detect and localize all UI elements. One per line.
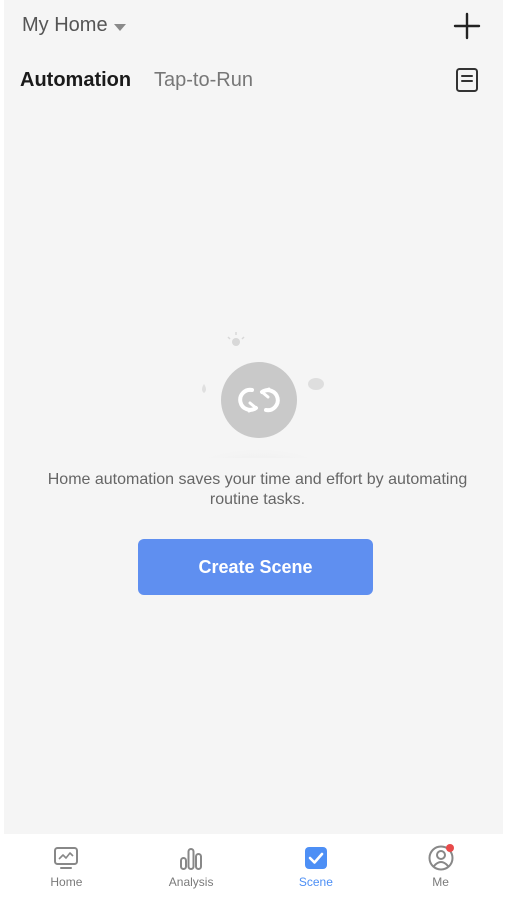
nav-item-analysis[interactable]: Analysis	[129, 834, 254, 900]
tab-automation[interactable]: Automation	[20, 69, 131, 92]
home-monitor-icon	[54, 847, 79, 869]
automation-loop-icon	[179, 332, 339, 458]
tab-tap-to-run[interactable]: Tap-to-Run	[154, 69, 253, 92]
nav-item-me[interactable]: Me	[378, 834, 503, 900]
document-icon[interactable]	[453, 66, 481, 94]
nav-label-scene: Scene	[298, 875, 333, 889]
create-scene-button[interactable]: Create Scene	[138, 539, 373, 595]
nav-item-home[interactable]: Home	[4, 834, 129, 900]
plus-icon[interactable]	[451, 10, 483, 42]
empty-state-message: Home automation saves your time and effo…	[47, 471, 468, 508]
checkbox-icon	[304, 847, 327, 869]
bar-chart-icon	[180, 848, 203, 870]
user-profile-icon	[428, 844, 454, 871]
caret-down-icon	[113, 23, 126, 31]
notification-badge	[445, 844, 454, 852]
scene-screen: My Home Automation Tap-to-Run Home autom…	[0, 0, 507, 900]
home-selector[interactable]: My Home	[22, 14, 126, 37]
nav-label-home: Home	[50, 875, 83, 889]
nav-label-me: Me	[432, 875, 449, 889]
nav-label-analysis: Analysis	[168, 875, 214, 889]
bottom-nav: Home Analysis Scene Me	[4, 834, 503, 900]
nav-item-scene[interactable]: Scene	[254, 834, 379, 900]
home-name: My Home	[22, 14, 108, 36]
